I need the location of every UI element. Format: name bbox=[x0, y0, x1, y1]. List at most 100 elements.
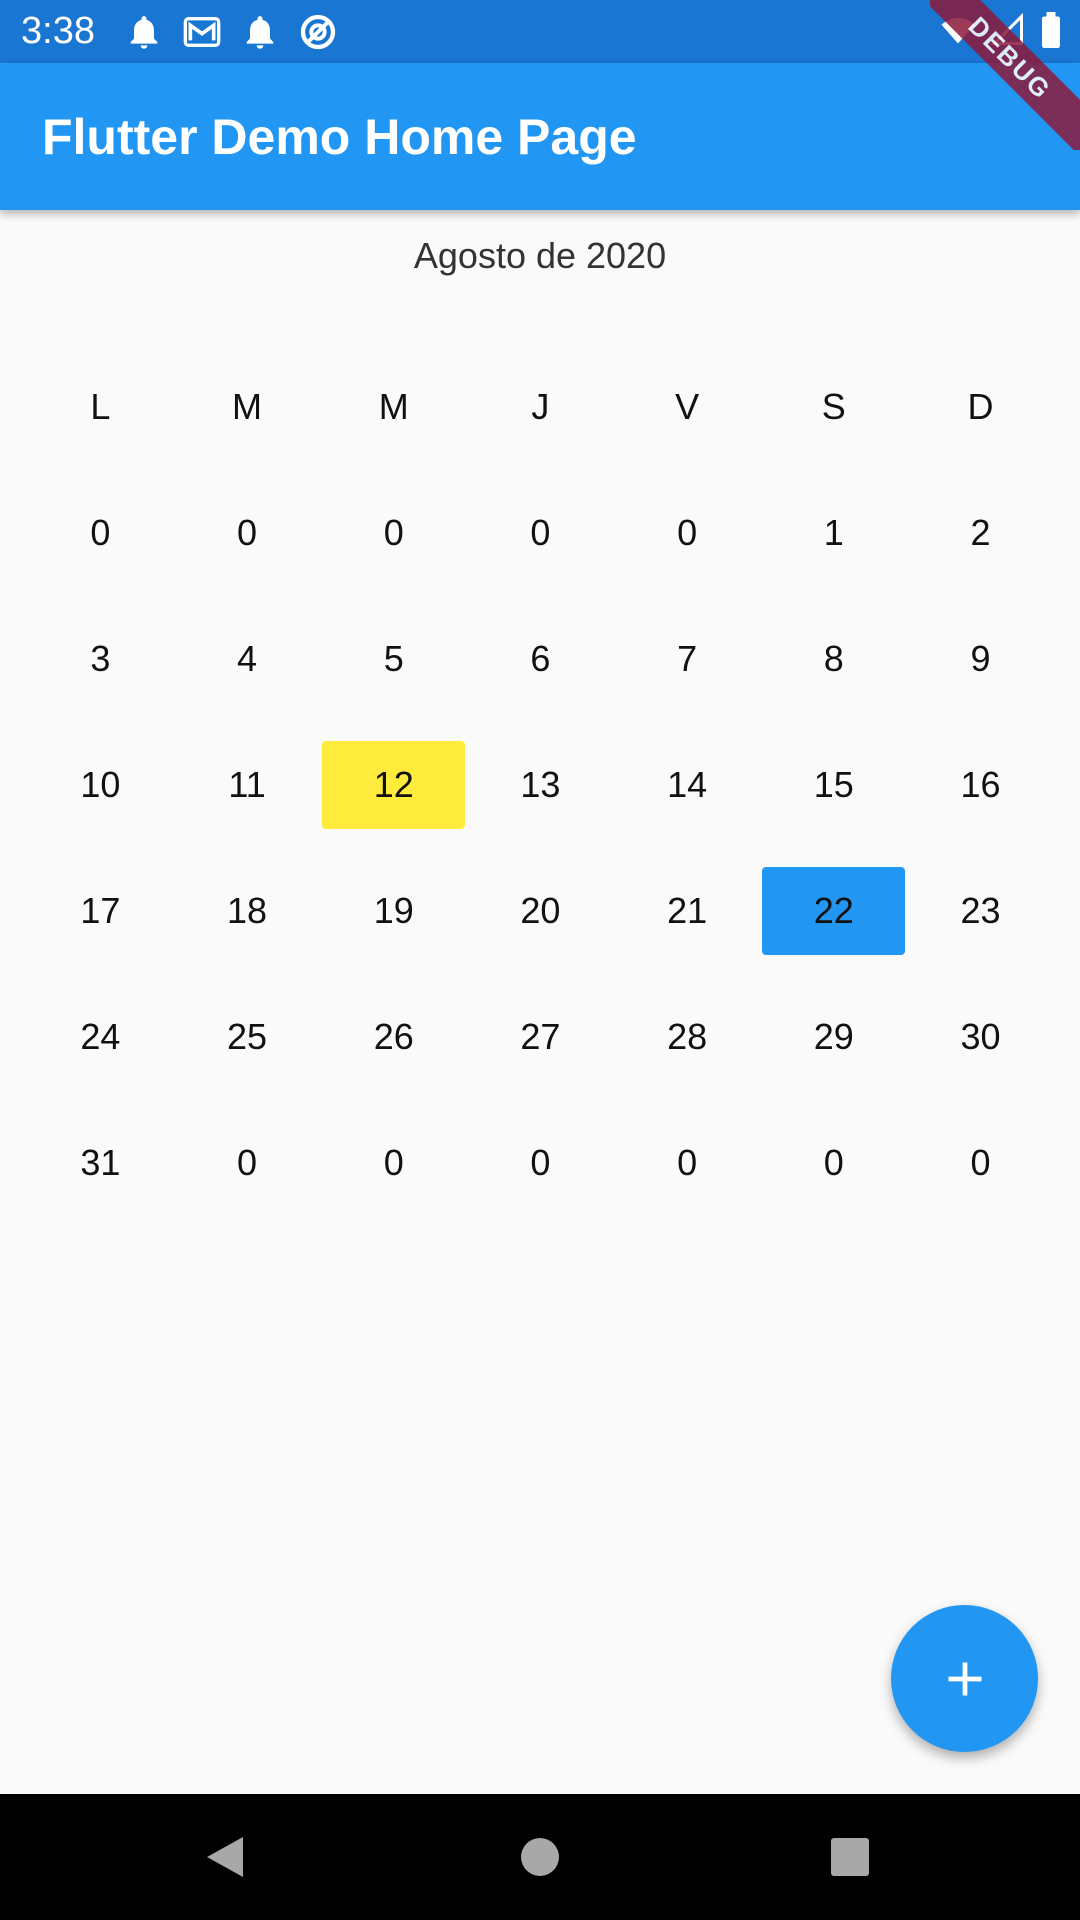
day-cell[interactable]: 0 bbox=[27, 470, 174, 596]
day-cell[interactable]: 0 bbox=[760, 1100, 907, 1226]
day-number: 22 bbox=[813, 890, 854, 931]
day-cell[interactable]: 30 bbox=[907, 974, 1054, 1100]
day-number: 25 bbox=[227, 1016, 268, 1057]
status-left-icons bbox=[124, 12, 338, 52]
day-number: 6 bbox=[530, 638, 551, 679]
day-number: 17 bbox=[80, 890, 121, 931]
day-cell[interactable]: 0 bbox=[907, 1100, 1054, 1226]
day-cell[interactable]: 20 bbox=[467, 848, 614, 974]
home-circle-icon bbox=[521, 1838, 559, 1876]
day-cell[interactable]: 31 bbox=[27, 1100, 174, 1226]
day-cell[interactable]: 10 bbox=[27, 722, 174, 848]
day-number: 23 bbox=[960, 890, 1001, 931]
day-number: 9 bbox=[970, 638, 991, 679]
day-number: 0 bbox=[90, 512, 111, 553]
week-row: 3 4 5 6 7 8 9 bbox=[27, 596, 1054, 722]
system-nav-bar bbox=[0, 1794, 1080, 1920]
day-cell[interactable]: 24 bbox=[27, 974, 174, 1100]
day-cell[interactable]: 21 bbox=[614, 848, 761, 974]
day-cell[interactable]: 1 bbox=[760, 470, 907, 596]
day-cell[interactable]: 12 bbox=[320, 722, 467, 848]
day-number: 26 bbox=[373, 1016, 414, 1057]
recent-square-icon bbox=[831, 1838, 869, 1876]
day-cell[interactable]: 0 bbox=[320, 1100, 467, 1226]
week-row: 17 18 19 20 21 22 23 bbox=[27, 848, 1054, 974]
day-number: 3 bbox=[90, 638, 111, 679]
day-number: 0 bbox=[677, 1142, 698, 1183]
day-cell[interactable]: 0 bbox=[174, 1100, 321, 1226]
day-cell[interactable]: 0 bbox=[320, 470, 467, 596]
day-number: 0 bbox=[530, 1142, 551, 1183]
day-number: 0 bbox=[823, 1142, 844, 1183]
plus-icon bbox=[948, 1662, 981, 1695]
day-number: 0 bbox=[383, 512, 404, 553]
day-cell[interactable]: 26 bbox=[320, 974, 467, 1100]
status-right-icons bbox=[940, 12, 1062, 48]
day-cell[interactable]: 0 bbox=[614, 1100, 761, 1226]
day-cell[interactable]: 4 bbox=[174, 596, 321, 722]
day-cell[interactable]: 25 bbox=[174, 974, 321, 1100]
week-row: 31 0 0 0 0 0 0 bbox=[27, 1100, 1054, 1226]
day-cell[interactable]: 19 bbox=[320, 848, 467, 974]
notification-bell-icon bbox=[246, 16, 274, 49]
circle-slash-icon bbox=[300, 14, 336, 50]
notification-bell-icon bbox=[130, 16, 158, 49]
day-number: 29 bbox=[813, 1016, 854, 1057]
day-number: 0 bbox=[530, 512, 551, 553]
day-number: 7 bbox=[677, 638, 698, 679]
day-cell[interactable]: 8 bbox=[760, 596, 907, 722]
day-cell[interactable]: 17 bbox=[27, 848, 174, 974]
day-number: 11 bbox=[228, 764, 266, 805]
day-number: 15 bbox=[813, 764, 854, 805]
day-number: 18 bbox=[227, 890, 268, 931]
day-cell[interactable]: 28 bbox=[614, 974, 761, 1100]
wifi-icon bbox=[941, 18, 975, 44]
day-cell[interactable]: 15 bbox=[760, 722, 907, 848]
day-number: 0 bbox=[677, 512, 698, 553]
day-cell[interactable]: 14 bbox=[614, 722, 761, 848]
weekday-header-row: L M M J V S D bbox=[27, 344, 1054, 470]
day-number: 0 bbox=[383, 1142, 404, 1183]
day-cell[interactable]: 6 bbox=[467, 596, 614, 722]
nav-home-button[interactable] bbox=[480, 1794, 600, 1920]
day-number: 30 bbox=[960, 1016, 1001, 1057]
app-bar: Flutter Demo Home Page bbox=[0, 63, 1080, 210]
day-number: 12 bbox=[373, 764, 414, 805]
page-title: Flutter Demo Home Page bbox=[42, 109, 637, 165]
weekday-label: M bbox=[378, 386, 409, 427]
day-number: 0 bbox=[237, 512, 258, 553]
day-number: 8 bbox=[823, 638, 844, 679]
week-row: 0 0 0 0 0 1 2 bbox=[27, 470, 1054, 596]
day-number: 16 bbox=[960, 764, 1001, 805]
day-number: 14 bbox=[667, 764, 708, 805]
day-cell[interactable]: 22 bbox=[760, 848, 907, 974]
signal-icon bbox=[990, 12, 1023, 45]
day-cell[interactable]: 11 bbox=[174, 722, 321, 848]
day-cell[interactable]: 3 bbox=[27, 596, 174, 722]
day-number: 13 bbox=[520, 764, 561, 805]
nav-back-button[interactable] bbox=[165, 1794, 285, 1920]
nav-recent-button[interactable] bbox=[790, 1794, 910, 1920]
day-cell[interactable]: 18 bbox=[174, 848, 321, 974]
day-cell[interactable]: 0 bbox=[467, 470, 614, 596]
gmail-icon bbox=[183, 17, 221, 47]
day-cell[interactable]: 13 bbox=[467, 722, 614, 848]
day-cell[interactable]: 2 bbox=[907, 470, 1054, 596]
day-cell[interactable]: 0 bbox=[467, 1100, 614, 1226]
day-cell[interactable]: 27 bbox=[467, 974, 614, 1100]
weekday-label: L bbox=[90, 386, 111, 427]
day-number: 5 bbox=[383, 638, 404, 679]
day-number: 1 bbox=[823, 512, 844, 553]
day-cell[interactable]: 5 bbox=[320, 596, 467, 722]
day-cell[interactable]: 16 bbox=[907, 722, 1054, 848]
day-cell[interactable]: 0 bbox=[174, 470, 321, 596]
day-rows: 0 0 0 0 0 1 2 3 4 5 6 7 8 9 10 11 12 13 14 15 16 17 18 19 20 21 22… bbox=[27, 470, 1054, 1226]
day-cell[interactable]: 9 bbox=[907, 596, 1054, 722]
weekday-label: V bbox=[675, 386, 700, 427]
day-cell[interactable]: 23 bbox=[907, 848, 1054, 974]
add-button[interactable] bbox=[891, 1605, 1038, 1752]
day-number: 31 bbox=[80, 1142, 121, 1183]
day-cell[interactable]: 29 bbox=[760, 974, 907, 1100]
day-cell[interactable]: 7 bbox=[614, 596, 761, 722]
day-cell[interactable]: 0 bbox=[614, 470, 761, 596]
